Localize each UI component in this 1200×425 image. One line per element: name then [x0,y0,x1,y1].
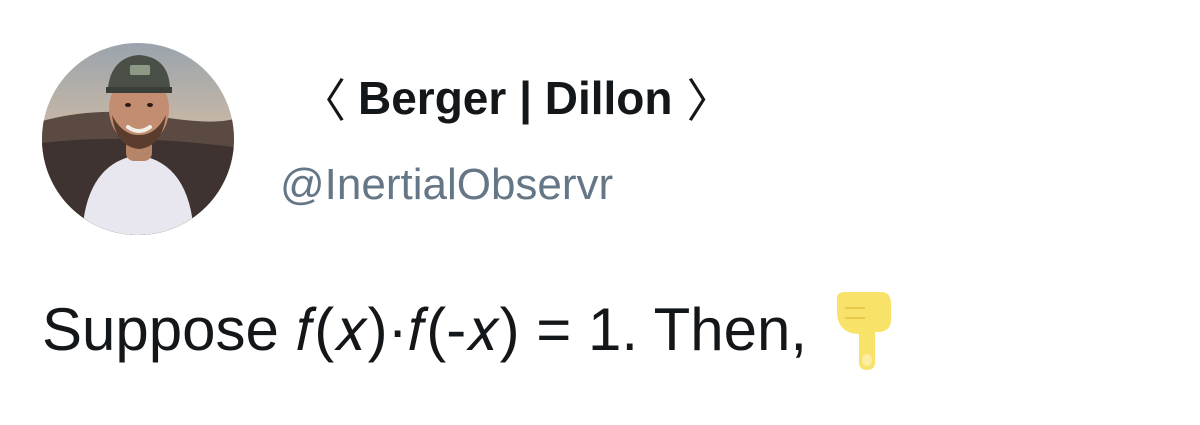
display-name[interactable]: 〈 Berger | Dillon 〉 [300,68,732,128]
avatar[interactable] [42,43,234,235]
tweet-text: Suppose 𝑓(𝑥)·𝑓(-𝑥) = 1. Then, [42,296,808,363]
display-name-text: Berger | Dillon [358,72,673,124]
user-handle[interactable]: @InertialObservr [280,160,613,210]
avatar-photo [42,43,234,235]
pointing-down-emoji-icon [831,290,899,370]
tweet-text-row: Suppose 𝑓(𝑥)·𝑓(-𝑥) = 1. Then, [42,290,899,370]
bracket-right: 〉 [686,74,733,128]
bracket-left: 〈 [300,74,346,128]
